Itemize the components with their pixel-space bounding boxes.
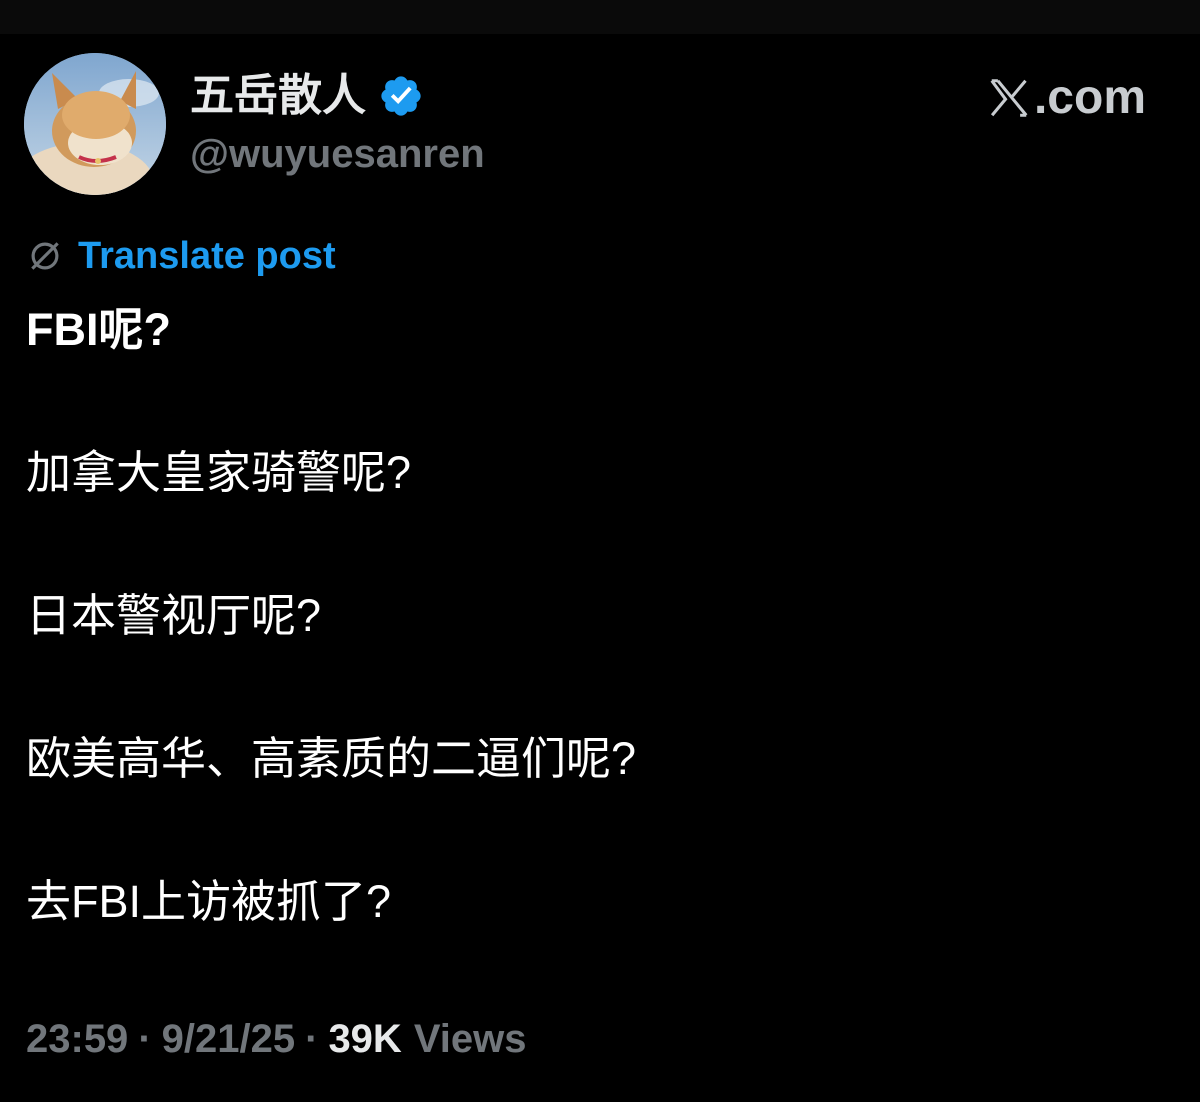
- meta-separator: ·: [305, 1016, 319, 1061]
- views-label: Views: [413, 1016, 527, 1061]
- translate-post-label[interactable]: Translate post: [78, 232, 336, 280]
- post-line: 欧美高华、高素质的二逼们呢?: [26, 733, 637, 784]
- post-line: 加拿大皇家骑警呢?: [26, 447, 412, 498]
- top-bar: [0, 0, 1200, 34]
- brand-domain: .com: [1033, 71, 1146, 124]
- post-line: 日本警视厅呢?: [26, 590, 322, 641]
- globe-icon: [31, 242, 59, 270]
- post-text: FBI呢? 加拿大皇家骑警呢? 日本警视厅呢? 欧美高华、高素质的二逼们呢? 去…: [26, 300, 1176, 932]
- x-logo-icon: [990, 79, 1028, 117]
- views-count: 39K: [328, 1016, 402, 1061]
- author-handle[interactable]: @wuyuesanren: [190, 128, 485, 180]
- verified-badge-icon: [381, 76, 421, 116]
- brand-watermark: .com: [986, 70, 1146, 126]
- avatar[interactable]: [24, 53, 166, 195]
- post-line: 去FBI上访被抓了?: [26, 876, 392, 927]
- author-name-row[interactable]: 五岳散人: [190, 66, 424, 126]
- post-time[interactable]: 23:59: [26, 1017, 128, 1062]
- post-line: FBI呢?: [26, 304, 171, 355]
- post-metadata: 23:59 · 9/21/25 · 39K Views: [26, 1012, 527, 1066]
- cat-avatar-icon: [24, 53, 166, 195]
- author-display-name[interactable]: 五岳散人: [190, 66, 366, 126]
- translate-post-link[interactable]: Translate post: [26, 232, 336, 280]
- post-date[interactable]: 9/21/25: [162, 1017, 295, 1062]
- meta-separator: ·: [138, 1016, 152, 1061]
